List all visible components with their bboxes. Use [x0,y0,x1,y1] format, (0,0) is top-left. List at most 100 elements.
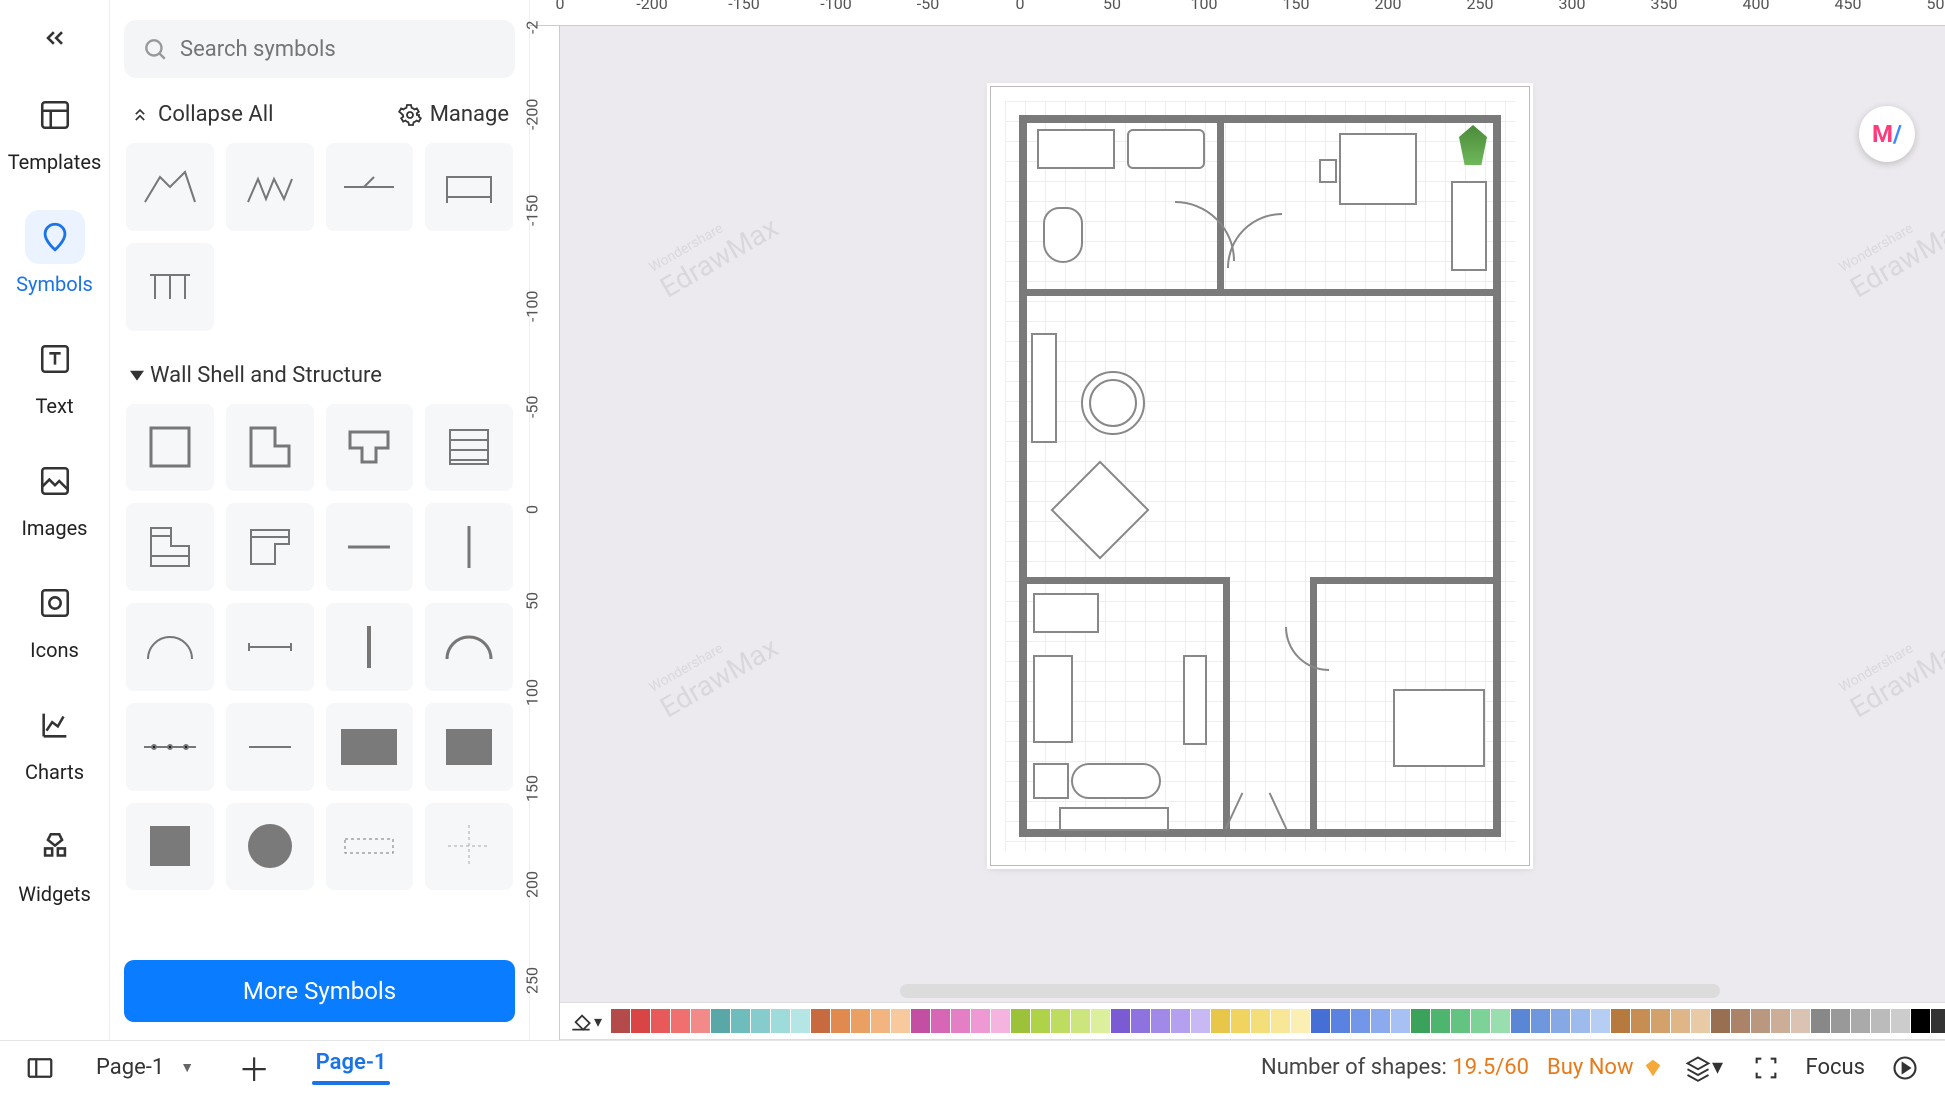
color-swatch[interactable] [991,1009,1010,1033]
color-swatch[interactable] [1431,1009,1450,1033]
color-swatch[interactable] [1091,1009,1110,1033]
symbol-tile[interactable] [425,404,513,492]
document-page[interactable] [990,86,1530,866]
color-swatch[interactable] [1871,1009,1890,1033]
symbol-tile[interactable] [226,803,314,891]
color-swatch[interactable] [931,1009,950,1033]
symbol-tile[interactable] [425,603,513,691]
color-swatch[interactable] [1191,1009,1210,1033]
color-swatch[interactable] [1551,1009,1570,1033]
symbol-tile[interactable] [425,803,513,891]
color-swatch[interactable] [1131,1009,1150,1033]
color-swatch[interactable] [1331,1009,1350,1033]
symbol-tile[interactable] [425,703,513,791]
color-swatch[interactable] [1731,1009,1750,1033]
layers-button[interactable]: ▾ [1682,1046,1726,1090]
symbol-tile[interactable] [326,503,414,591]
color-swatch[interactable] [911,1009,930,1033]
color-swatch[interactable] [1211,1009,1230,1033]
symbol-tile[interactable] [326,803,414,891]
color-swatch[interactable] [1691,1009,1710,1033]
collapse-rail-button[interactable] [33,16,77,60]
symbol-tile[interactable] [425,143,513,231]
present-button[interactable] [1883,1046,1927,1090]
rail-item-icons[interactable]: Icons [0,568,109,670]
symbol-tile[interactable] [226,143,314,231]
color-swatch[interactable] [1791,1009,1810,1033]
color-swatch[interactable] [1291,1009,1310,1033]
color-swatch[interactable] [1891,1009,1910,1033]
color-swatch[interactable] [1591,1009,1610,1033]
color-swatch[interactable] [1171,1009,1190,1033]
color-swatch[interactable] [831,1009,850,1033]
color-swatch[interactable] [1451,1009,1470,1033]
color-swatch[interactable] [771,1009,790,1033]
color-swatch[interactable] [1151,1009,1170,1033]
color-swatch[interactable] [1811,1009,1830,1033]
color-swatch[interactable] [1111,1009,1130,1033]
color-swatch[interactable] [1931,1009,1945,1033]
add-page-button[interactable]: ＋ [228,1045,280,1091]
color-swatch[interactable] [1411,1009,1430,1033]
color-swatch[interactable] [1311,1009,1330,1033]
symbol-tile[interactable] [126,703,214,791]
color-swatch[interactable] [1831,1009,1850,1033]
color-swatch[interactable] [1651,1009,1670,1033]
symbol-tile[interactable] [126,243,214,331]
panel-toggle-button[interactable] [18,1046,62,1090]
color-swatch[interactable] [1511,1009,1530,1033]
canvas-h-scrollbar[interactable] [900,984,1720,998]
color-swatch[interactable] [851,1009,870,1033]
symbols-scroll[interactable]: Wall Shell and Structure [124,139,515,952]
color-swatch[interactable] [811,1009,830,1033]
category-header[interactable]: Wall Shell and Structure [126,351,513,404]
symbol-tile[interactable] [126,603,214,691]
color-swatch[interactable] [1491,1009,1510,1033]
symbol-tile[interactable] [326,703,414,791]
color-swatch[interactable] [1351,1009,1370,1033]
color-swatch[interactable] [1271,1009,1290,1033]
color-swatch[interactable] [1711,1009,1730,1033]
rail-item-text[interactable]: Text [0,324,109,426]
symbol-tile[interactable] [226,404,314,492]
color-swatch[interactable] [611,1009,630,1033]
color-swatch[interactable] [1071,1009,1090,1033]
search-input[interactable] [180,37,497,62]
page-tab-active[interactable]: Page-1 [298,1050,404,1085]
page-selector[interactable]: Page-1 ▼ [80,1055,210,1080]
more-symbols-button[interactable]: More Symbols [124,960,515,1022]
symbol-tile[interactable] [326,143,414,231]
color-swatch[interactable] [671,1009,690,1033]
symbol-tile[interactable] [126,143,214,231]
color-swatch[interactable] [1031,1009,1050,1033]
rail-item-charts[interactable]: Charts [0,690,109,792]
color-swatch[interactable] [891,1009,910,1033]
color-swatch[interactable] [1751,1009,1770,1033]
color-swatch[interactable] [1611,1009,1630,1033]
symbol-tile[interactable] [226,603,314,691]
symbol-tile[interactable] [126,803,214,891]
color-swatch[interactable] [871,1009,890,1033]
symbol-tile[interactable] [126,404,214,492]
color-swatch[interactable] [711,1009,730,1033]
buy-now-link[interactable]: Buy Now [1547,1055,1663,1080]
color-swatch[interactable] [1671,1009,1690,1033]
focus-label[interactable]: Focus [1806,1055,1865,1080]
color-swatch[interactable] [1851,1009,1870,1033]
color-swatch[interactable] [651,1009,670,1033]
color-swatch[interactable] [1371,1009,1390,1033]
color-swatch[interactable] [751,1009,770,1033]
rail-item-images[interactable]: Images [0,446,109,548]
color-swatch[interactable] [1471,1009,1490,1033]
color-swatch[interactable] [791,1009,810,1033]
color-swatch[interactable] [1911,1009,1930,1033]
color-swatch[interactable] [1011,1009,1030,1033]
color-swatch[interactable] [731,1009,750,1033]
color-swatch[interactable] [1391,1009,1410,1033]
color-swatch[interactable] [1631,1009,1650,1033]
collapse-all-button[interactable]: Collapse All [130,102,273,127]
canvas[interactable]: WondershareEdrawMax WondershareEdrawMax … [560,26,1945,1040]
rail-item-symbols[interactable]: Symbols [0,202,109,304]
color-swatch[interactable] [951,1009,970,1033]
focus-button[interactable] [1744,1046,1788,1090]
